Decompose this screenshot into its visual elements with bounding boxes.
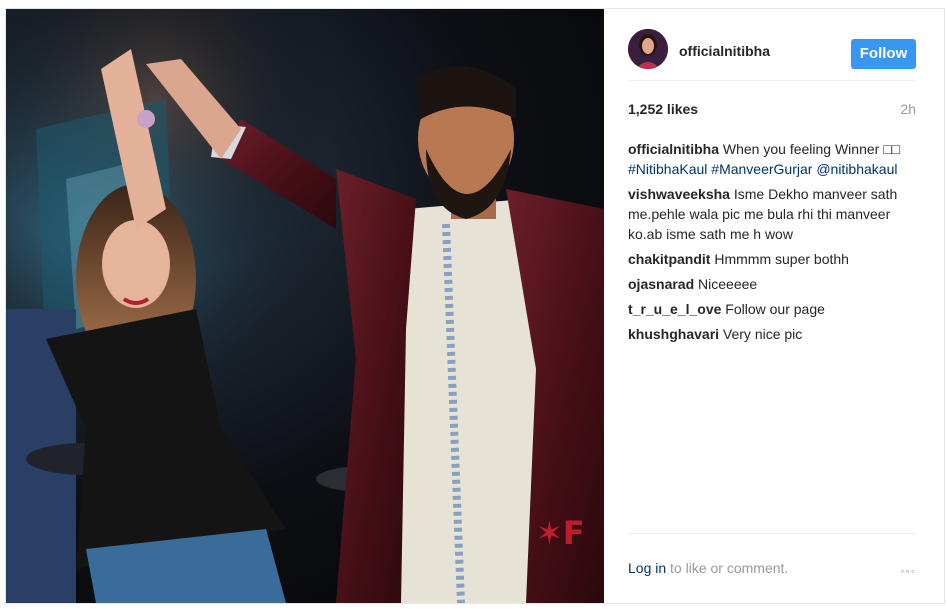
comment-author[interactable]: vishwaveeksha <box>628 186 730 202</box>
avatar[interactable] <box>628 29 668 69</box>
comment-author[interactable]: khushghavari <box>628 326 719 342</box>
comment-item: ojasnarad Niceeeee <box>628 274 916 294</box>
username-link[interactable]: officialnitibha <box>679 43 770 59</box>
post-photo[interactable]: ✶F <box>6 9 604 603</box>
avatar-image <box>628 29 668 69</box>
comments-list: officialnitibha When you feeling Winner … <box>628 139 916 349</box>
mention-link[interactable]: @nitibhakaul <box>816 161 897 177</box>
comment-text: Niceeeee <box>698 276 758 292</box>
comment-item: t_r_u_e_l_ove Follow our page <box>628 299 916 319</box>
photo-illustration: ✶F <box>6 9 604 603</box>
post-footer: Log in to like or comment. ◦◦◦ <box>628 533 916 593</box>
comment-item: chakitpandit Hmmmm super bothh <box>628 249 916 269</box>
comment-item: khushghavari Very nice pic <box>628 324 916 344</box>
more-options-icon[interactable]: ◦◦◦ <box>900 564 916 578</box>
comment-author[interactable]: t_r_u_e_l_ove <box>628 301 721 317</box>
comment-author[interactable]: ojasnarad <box>628 276 694 292</box>
comment-text: Very nice pic <box>722 326 803 342</box>
caption: officialnitibha When you feeling Winner … <box>628 139 916 179</box>
post-details-panel: officialnitibha Follow 1,252 likes 2h of… <box>604 9 944 603</box>
hashtag-link[interactable]: #ManveerGurjar <box>711 161 812 177</box>
post-stats: 1,252 likes 2h <box>628 101 916 121</box>
hashtag-link[interactable]: #NitibhaKaul <box>628 161 707 177</box>
post-card: ✶F officialnitibha Follow 1,252 likes 2h… <box>5 8 945 604</box>
caption-author[interactable]: officialnitibha <box>628 141 719 157</box>
login-prompt: Log in to like or comment. <box>628 560 788 576</box>
caption-text: When you feeling Winner □□ <box>722 141 901 157</box>
post-time[interactable]: 2h <box>900 101 916 117</box>
login-prompt-text: to like or comment. <box>666 560 789 576</box>
svg-text:✶F: ✶F <box>536 514 585 552</box>
likes-count[interactable]: 1,252 likes <box>628 101 698 117</box>
comment-text: Hmmmm super bothh <box>714 251 849 267</box>
post-header: officialnitibha Follow <box>628 21 916 81</box>
comment-item: vishwaveeksha Isme Dekho manveer sath me… <box>628 184 916 244</box>
comment-author[interactable]: chakitpandit <box>628 251 710 267</box>
follow-button[interactable]: Follow <box>851 39 916 69</box>
comment-text: Follow our page <box>725 301 825 317</box>
login-link[interactable]: Log in <box>628 560 666 576</box>
